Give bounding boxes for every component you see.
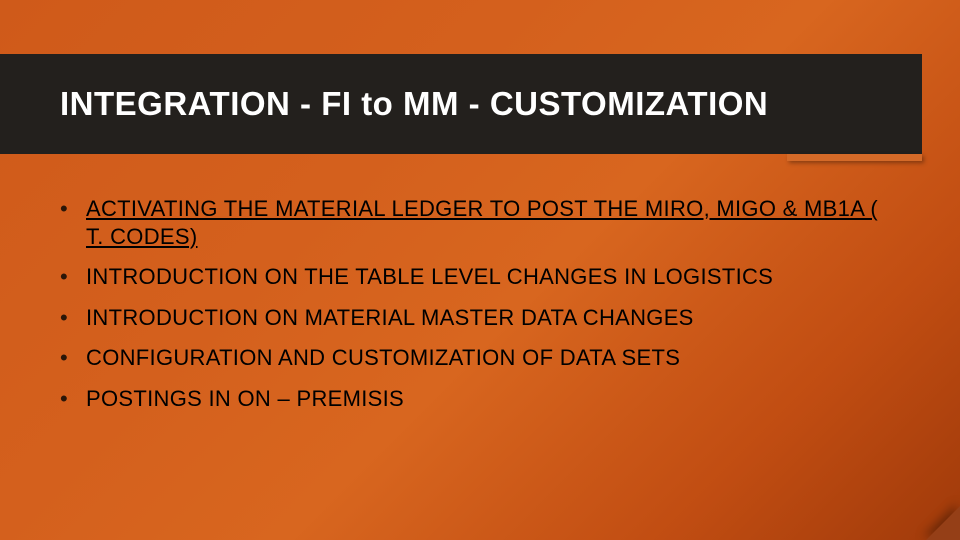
list-item: ACTIVATING THE MATERIAL LEDGER TO POST T… bbox=[60, 195, 900, 250]
corner-fold-icon bbox=[926, 506, 960, 540]
bullet-list: ACTIVATING THE MATERIAL LEDGER TO POST T… bbox=[60, 195, 900, 412]
slide-title: INTEGRATION - FI to MM - CUSTOMIZATION bbox=[60, 85, 768, 123]
list-item: POSTINGS IN ON – PREMISIS bbox=[60, 385, 900, 413]
content-area: ACTIVATING THE MATERIAL LEDGER TO POST T… bbox=[60, 195, 900, 425]
slide: INTEGRATION - FI to MM - CUSTOMIZATION A… bbox=[0, 0, 960, 540]
title-bar: INTEGRATION - FI to MM - CUSTOMIZATION bbox=[0, 54, 922, 154]
list-item: CONFIGURATION AND CUSTOMIZATION OF DATA … bbox=[60, 344, 900, 372]
list-item: INTRODUCTION ON MATERIAL MASTER DATA CHA… bbox=[60, 304, 900, 332]
list-item: INTRODUCTION ON THE TABLE LEVEL CHANGES … bbox=[60, 263, 900, 291]
